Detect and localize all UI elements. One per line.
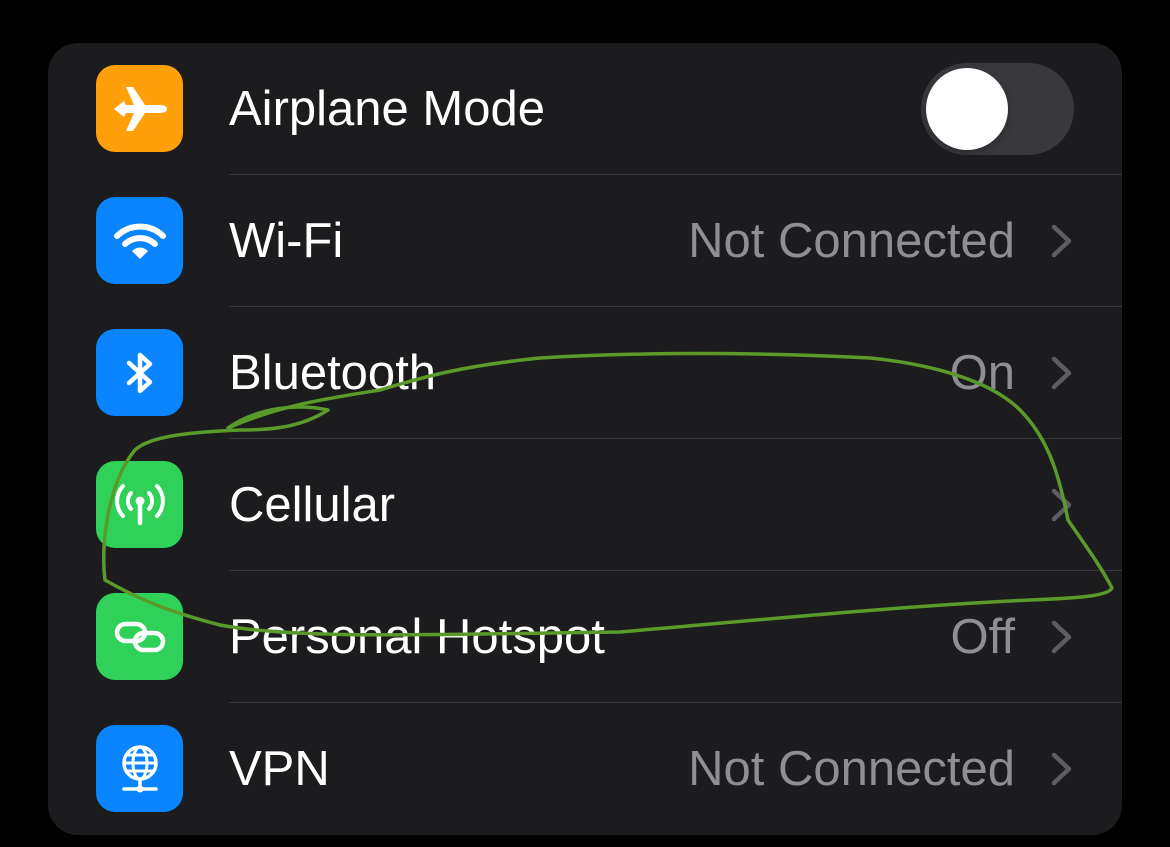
chevron-right-icon: [1051, 356, 1072, 390]
settings-row-personal-hotspot[interactable]: Personal Hotspot Off: [48, 571, 1122, 703]
settings-row-cellular[interactable]: Cellular: [48, 439, 1122, 571]
personal-hotspot-icon: [96, 593, 183, 680]
settings-row-vpn[interactable]: VPN Not Connected: [48, 703, 1122, 835]
settings-row-label: Wi-Fi: [229, 214, 344, 268]
wifi-status-value: Not Connected: [688, 214, 1015, 268]
settings-group-connectivity: Airplane Mode Wi-Fi Not Connected Blueto…: [48, 43, 1122, 835]
settings-screen: Airplane Mode Wi-Fi Not Connected Blueto…: [0, 0, 1170, 847]
settings-row-bluetooth[interactable]: Bluetooth On: [48, 307, 1122, 439]
bluetooth-status-value: On: [949, 346, 1015, 400]
vpn-status-value: Not Connected: [688, 742, 1015, 796]
cellular-antenna-icon: [96, 461, 183, 548]
vpn-globe-icon: [96, 725, 183, 812]
hotspot-status-value: Off: [950, 610, 1015, 664]
chevron-right-icon: [1051, 488, 1072, 522]
chevron-right-icon: [1051, 224, 1072, 258]
chevron-right-icon: [1051, 752, 1072, 786]
settings-row-label: Cellular: [229, 478, 396, 532]
settings-row-label: VPN: [229, 742, 330, 796]
wifi-icon: [96, 197, 183, 284]
settings-row-airplane-mode[interactable]: Airplane Mode: [48, 43, 1122, 175]
bluetooth-icon: [96, 329, 183, 416]
settings-row-label: Airplane Mode: [229, 82, 545, 136]
settings-row-label: Bluetooth: [229, 346, 437, 400]
airplane-icon: [96, 65, 183, 152]
airplane-mode-toggle[interactable]: [921, 63, 1074, 155]
toggle-knob: [926, 68, 1008, 150]
settings-row-label: Personal Hotspot: [229, 610, 605, 664]
chevron-right-icon: [1051, 620, 1072, 654]
settings-row-wifi[interactable]: Wi-Fi Not Connected: [48, 175, 1122, 307]
